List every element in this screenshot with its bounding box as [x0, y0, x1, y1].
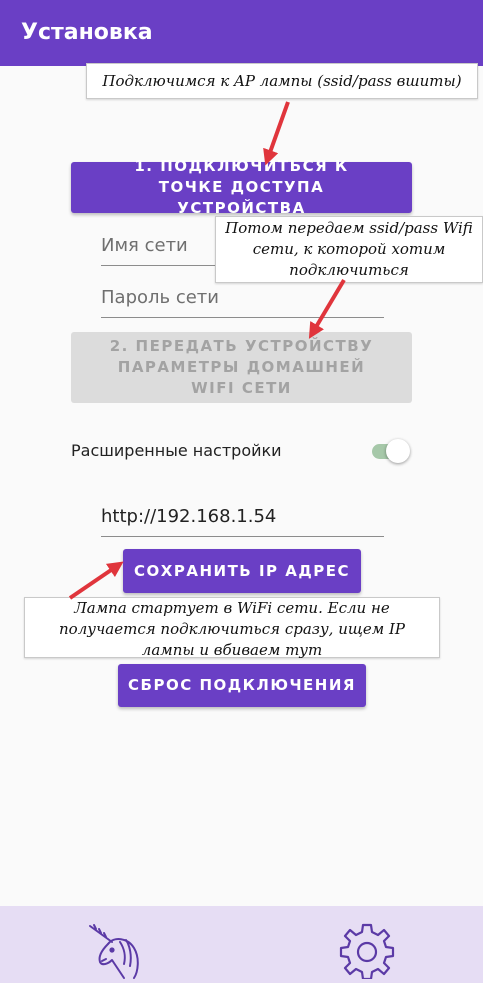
toggle-thumb	[386, 439, 410, 463]
reset-connection-button[interactable]: СБРОС ПОДКЛЮЧЕНИЯ	[118, 664, 366, 707]
annotation-connect-ap: Подключимся к AP лампы (ssid/pass вшиты)	[86, 63, 478, 99]
connect-ap-button[interactable]: 1. ПОДКЛЮЧИТЬСЯ К ТОЧКЕ ДОСТУПА УСТРОЙСТ…	[71, 157, 412, 217]
save-ip-button[interactable]: СОХРАНИТЬ IP АДРЕС	[123, 549, 361, 593]
ssid-field[interactable]	[101, 225, 216, 266]
ssid-input[interactable]	[101, 225, 216, 265]
arrow-to-connect-button	[263, 101, 290, 166]
ip-address-input[interactable]	[101, 496, 384, 536]
send-params-button[interactable]: 2. ПЕРЕДАТЬ УСТРОЙСТВУ ПАРАМЕТРЫ ДОМАШНЕ…	[71, 332, 412, 403]
advanced-settings-label: Расширенные настройки	[71, 441, 282, 460]
arrow-to-save-ip-button	[68, 561, 124, 600]
password-input[interactable]	[101, 277, 384, 317]
annotation-arrows	[68, 101, 346, 600]
gear-icon	[339, 923, 395, 979]
nav-settings[interactable]	[335, 918, 399, 982]
annotation-ip-help: Лампа стартует в WiFi сети. Если не полу…	[24, 597, 440, 659]
bottom-navigation	[0, 906, 483, 983]
app-bar: Установка	[0, 0, 483, 66]
unicorn-icon	[89, 924, 139, 979]
ip-address-field[interactable]	[101, 496, 384, 537]
password-field[interactable]	[101, 277, 384, 318]
advanced-settings-toggle[interactable]	[370, 438, 410, 464]
page-title: Установка	[21, 20, 153, 45]
nav-unicorn[interactable]	[82, 918, 146, 982]
annotation-send-credentials: Потом передаем ssid/pass Wifi сети, к ко…	[215, 216, 483, 283]
